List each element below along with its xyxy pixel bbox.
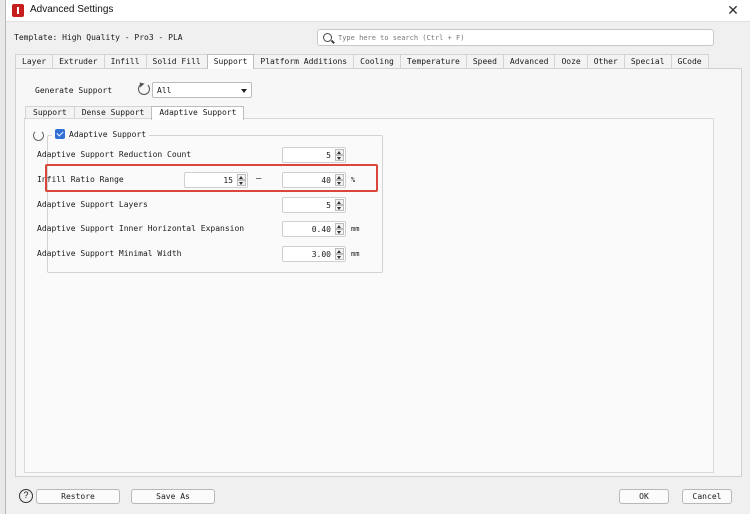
- spinbox-value: 5: [326, 201, 331, 210]
- tab-speed[interactable]: Speed: [465, 54, 504, 68]
- range-separator: —: [256, 174, 262, 184]
- tab-cooling[interactable]: Cooling: [353, 54, 401, 68]
- title-bar: Advanced Settings ✕: [6, 0, 750, 22]
- inner-expansion-row: Adaptive Support Inner Horizontal Expans…: [37, 221, 367, 237]
- save-as-button[interactable]: Save As: [131, 489, 215, 504]
- inner-expansion-spinbox[interactable]: 0.40: [282, 221, 346, 237]
- spinbox-value: 0.40: [311, 225, 331, 234]
- support-panel: Generate Support All Support Dense Suppo…: [15, 68, 742, 477]
- reduction-count-row: Adaptive Support Reduction Count 5: [37, 147, 367, 163]
- infill-ratio-label: Infill Ratio Range: [37, 175, 124, 184]
- spin-down-icon[interactable]: [335, 254, 344, 260]
- reduction-count-label: Adaptive Support Reduction Count: [37, 150, 192, 159]
- window-title: Advanced Settings: [30, 4, 114, 15]
- tab-platform-additions[interactable]: Platform Additions: [253, 54, 355, 68]
- main-tab-bar: Layer Extruder Infill Solid Fill Support…: [15, 54, 709, 69]
- advanced-settings-dialog: Advanced Settings ✕ Template: High Quali…: [5, 0, 750, 514]
- search-input[interactable]: [338, 32, 708, 44]
- minimal-width-row: Adaptive Support Minimal Width 3.00 mm: [37, 246, 367, 262]
- generate-support-value: All: [157, 86, 172, 95]
- generate-support-select[interactable]: All: [152, 82, 252, 98]
- spin-down-icon[interactable]: [335, 229, 344, 235]
- help-icon[interactable]: ?: [19, 489, 33, 503]
- adaptive-support-header: Adaptive Support: [52, 129, 150, 139]
- spin-down-icon[interactable]: [335, 155, 344, 161]
- tab-layer[interactable]: Layer: [15, 54, 54, 68]
- mm-unit: mm: [351, 225, 360, 233]
- layers-label: Adaptive Support Layers: [37, 200, 148, 209]
- ok-button[interactable]: OK: [619, 489, 669, 504]
- cancel-button[interactable]: Cancel: [682, 489, 732, 504]
- generate-support-label: Generate Support: [35, 86, 113, 95]
- spinbox-value: 40: [321, 176, 331, 185]
- adaptive-support-label: Adaptive Support: [69, 129, 147, 139]
- minimal-width-label: Adaptive Support Minimal Width: [37, 249, 182, 258]
- restore-button[interactable]: Restore: [36, 489, 120, 504]
- tab-other[interactable]: Other: [586, 54, 625, 68]
- infill-ratio-row: Infill Ratio Range 15 — 40 %: [37, 172, 367, 188]
- infill-ratio-min-spinbox[interactable]: 15: [184, 172, 248, 188]
- spin-down-icon[interactable]: [335, 180, 344, 186]
- search-icon: [323, 33, 332, 42]
- close-button[interactable]: ✕: [725, 2, 741, 18]
- tab-temperature[interactable]: Temperature: [399, 54, 467, 68]
- app-icon: [12, 4, 24, 17]
- tab-gcode[interactable]: GCode: [670, 54, 709, 68]
- spinbox-value: 3.00: [311, 250, 331, 259]
- tab-support[interactable]: Support: [206, 54, 255, 69]
- tab-advanced[interactable]: Advanced: [502, 54, 556, 68]
- tab-extruder[interactable]: Extruder: [52, 54, 105, 68]
- tab-ooze[interactable]: Ooze: [554, 54, 588, 68]
- chevron-down-icon: [241, 89, 247, 93]
- reduction-count-spinbox[interactable]: 5: [282, 147, 346, 163]
- tab-solid-fill[interactable]: Solid Fill: [145, 54, 208, 68]
- spin-down-icon[interactable]: [237, 180, 246, 186]
- reset-icon[interactable]: [138, 83, 150, 95]
- spin-down-icon[interactable]: [335, 205, 344, 211]
- template-label: Template: High Quality - Pro3 - PLA: [14, 33, 183, 42]
- layers-row: Adaptive Support Layers 5: [37, 197, 367, 213]
- search-box[interactable]: [317, 29, 714, 46]
- minimal-width-spinbox[interactable]: 3.00: [282, 246, 346, 262]
- mm-unit: mm: [351, 250, 360, 258]
- reset-icon[interactable]: [33, 130, 44, 141]
- percent-unit: %: [351, 176, 356, 184]
- layers-spinbox[interactable]: 5: [282, 197, 346, 213]
- inner-expansion-label: Adaptive Support Inner Horizontal Expans…: [37, 224, 245, 233]
- spinbox-value: 15: [223, 176, 233, 185]
- adaptive-support-checkbox[interactable]: [55, 129, 65, 139]
- tab-special[interactable]: Special: [623, 54, 672, 68]
- tab-infill[interactable]: Infill: [103, 54, 147, 68]
- infill-ratio-max-spinbox[interactable]: 40: [282, 172, 346, 188]
- subtab-adaptive-support[interactable]: Adaptive Support: [151, 106, 245, 120]
- spinbox-value: 5: [326, 151, 331, 160]
